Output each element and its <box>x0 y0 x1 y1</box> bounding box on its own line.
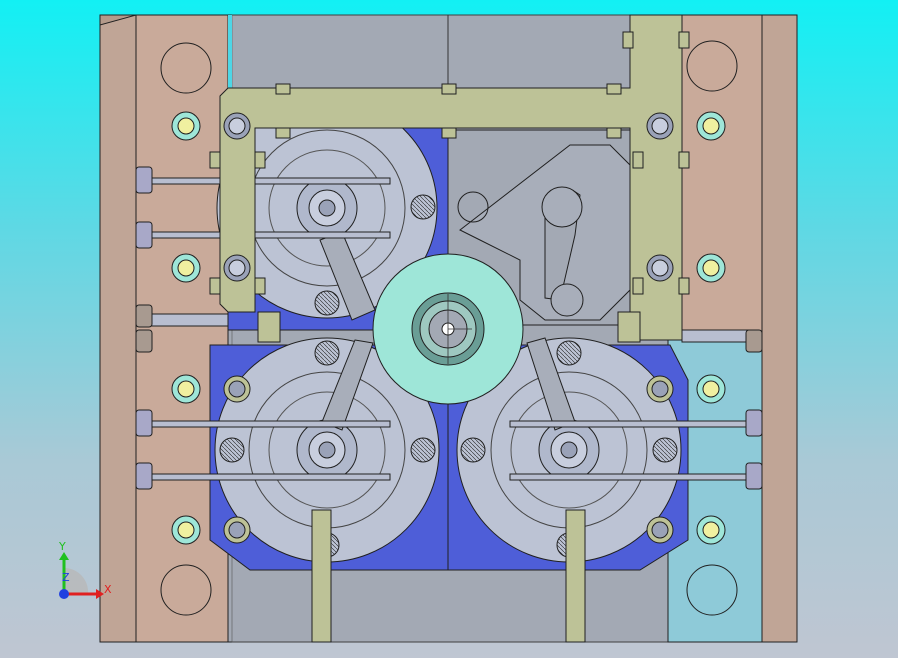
cad-viewport[interactable]: X Y Z <box>0 0 898 658</box>
triad-z-axis <box>59 589 69 599</box>
sprue-bushing <box>372 253 524 405</box>
triad-y-label: Y <box>58 540 66 553</box>
mould-assembly-drawing[interactable]: X Y Z <box>0 0 898 658</box>
triad-z-label: Z <box>62 571 70 584</box>
triad-x-label: X <box>104 583 112 596</box>
